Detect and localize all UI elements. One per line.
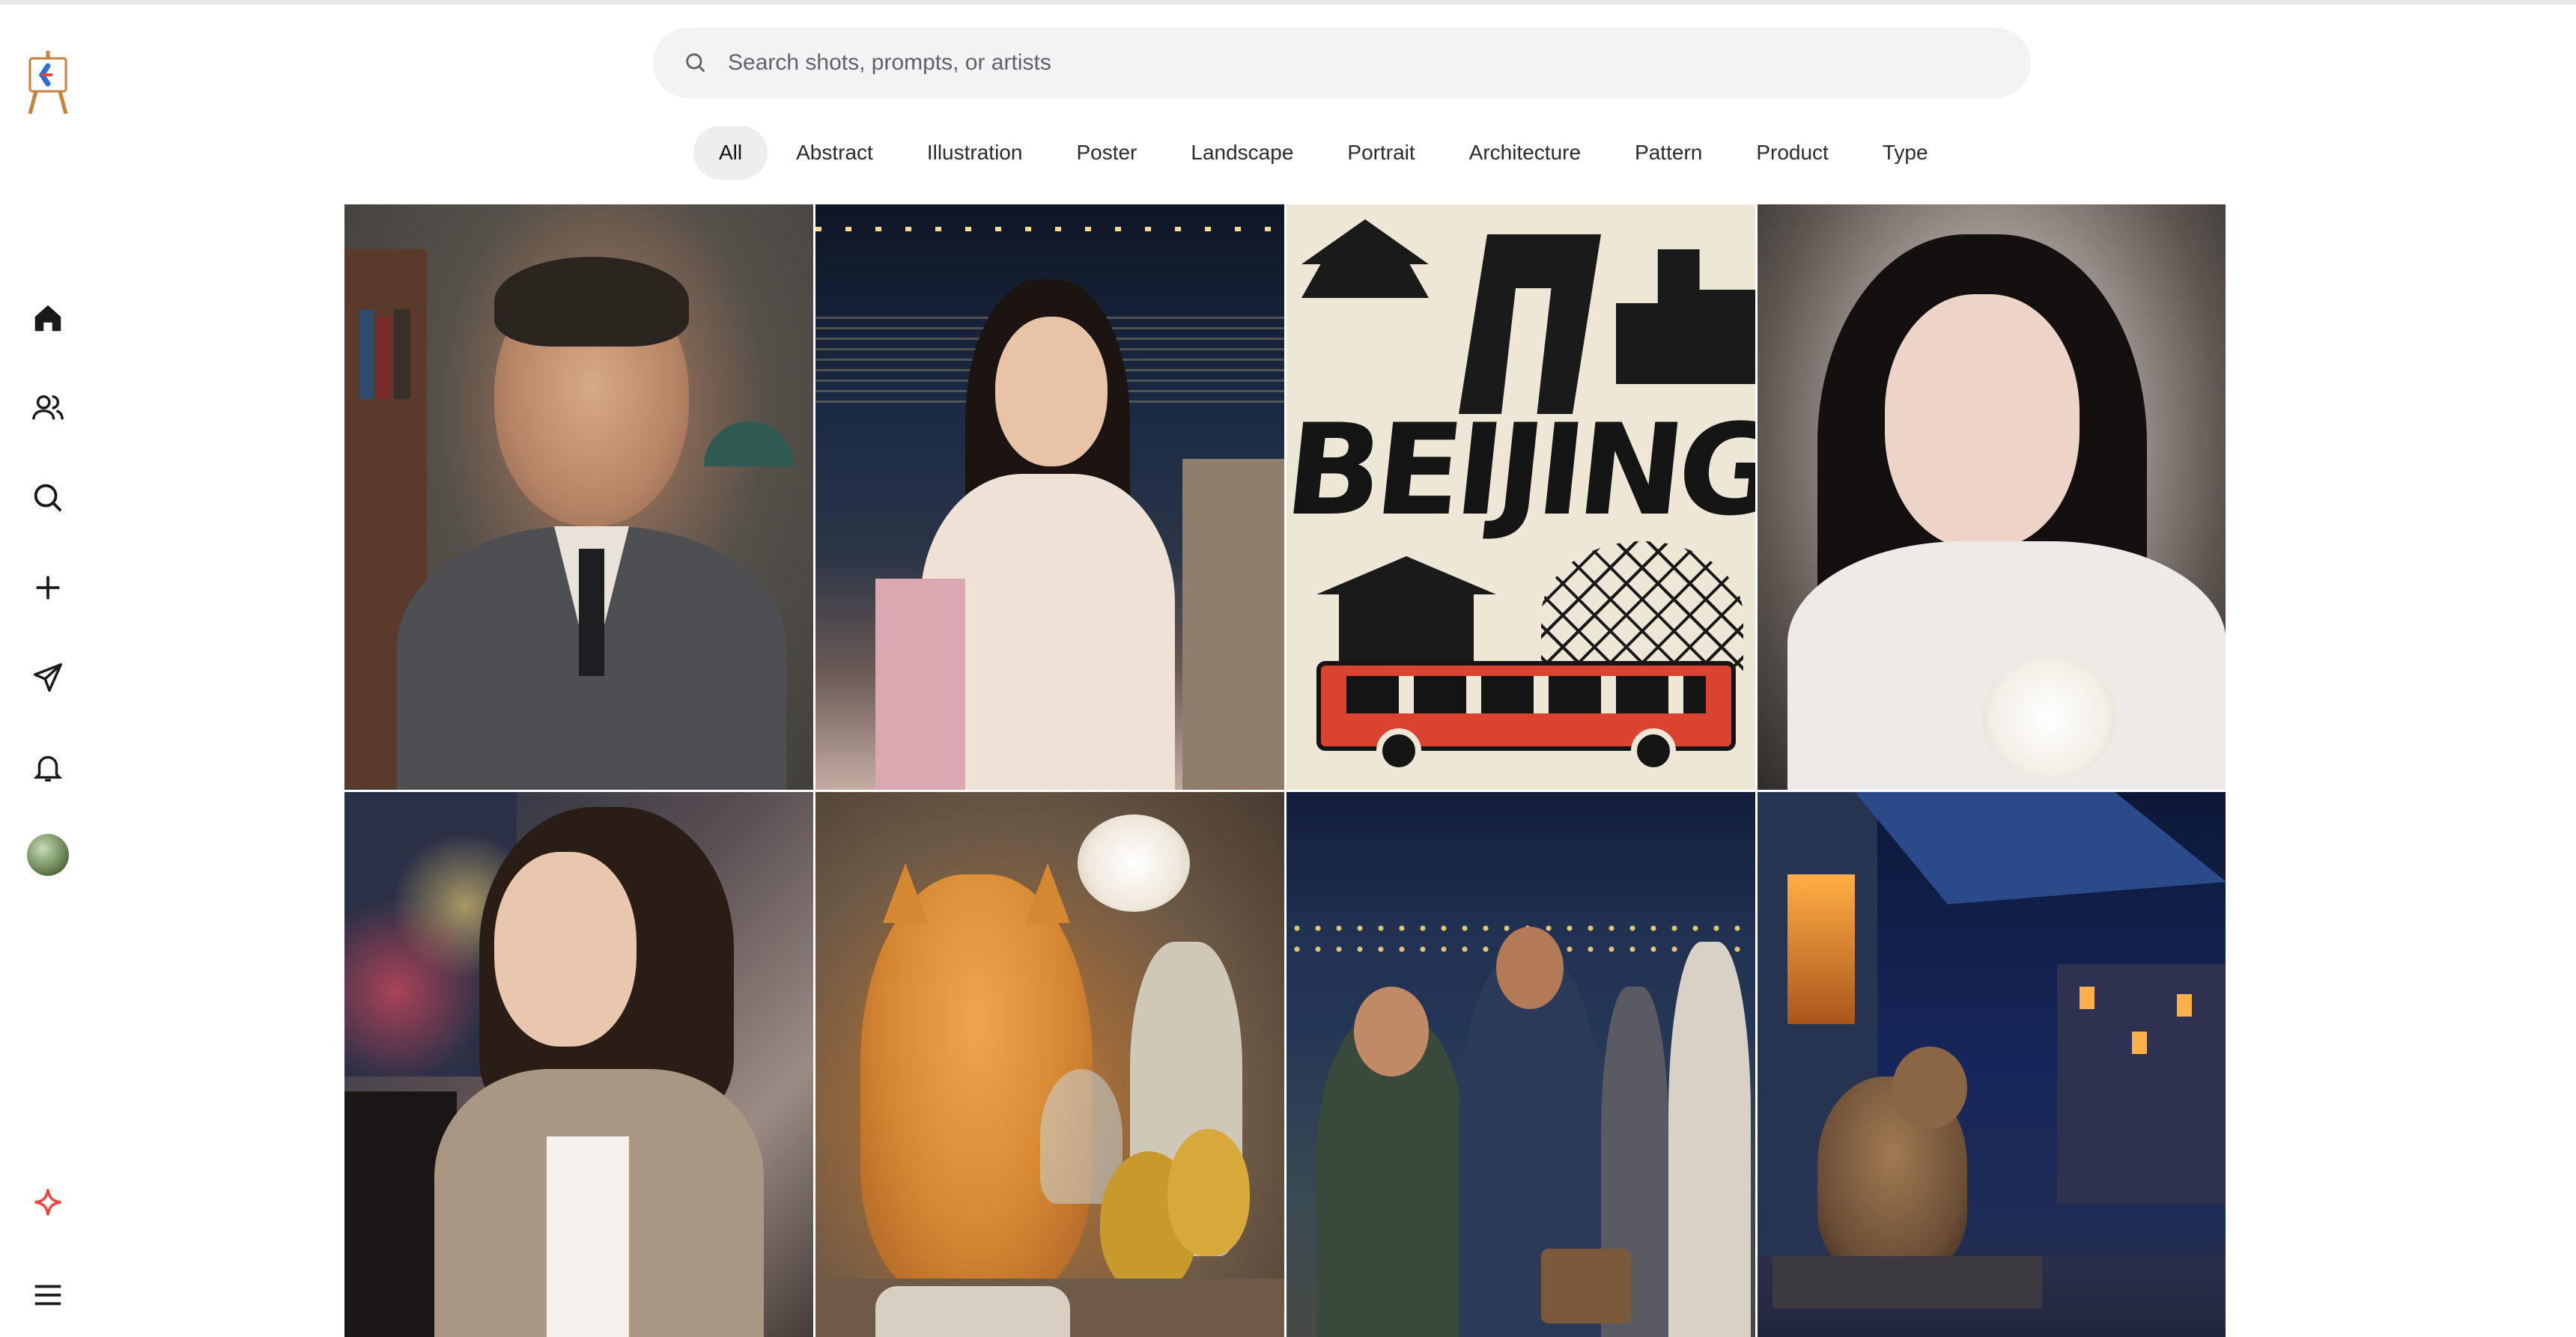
gallery-tile[interactable] <box>815 204 1284 790</box>
plus-icon <box>36 576 60 600</box>
tab-poster[interactable]: Poster <box>1051 126 1162 180</box>
tab-architecture[interactable]: Architecture <box>1444 126 1606 180</box>
search-icon <box>34 484 62 512</box>
send-icon <box>34 663 62 692</box>
gallery-tile[interactable] <box>1758 792 2226 1337</box>
tab-illustration[interactable]: Illustration <box>902 126 1048 180</box>
messages-button[interactable] <box>21 651 75 704</box>
tab-abstract[interactable]: Abstract <box>771 126 899 180</box>
sidebar <box>0 0 97 1337</box>
tab-product[interactable]: Product <box>1731 126 1854 180</box>
menu-icon <box>34 1285 61 1306</box>
gallery-tile[interactable] <box>1758 204 2226 790</box>
search-input[interactable] <box>726 49 1928 76</box>
gallery-grid: BEIJING <box>344 204 2226 1337</box>
tab-pattern[interactable]: Pattern <box>1609 126 1728 180</box>
easel-logo[interactable] <box>22 48 73 115</box>
people-icon <box>32 395 64 420</box>
avatar[interactable] <box>27 834 69 876</box>
tab-landscape[interactable]: Landscape <box>1165 126 1319 180</box>
notifications-button[interactable] <box>21 740 75 794</box>
gallery-tile[interactable] <box>344 204 813 790</box>
home-button[interactable] <box>21 291 75 345</box>
search-icon <box>686 53 705 73</box>
gallery-tile[interactable] <box>1287 792 1755 1337</box>
tab-portrait[interactable]: Portrait <box>1322 126 1440 180</box>
bell-icon <box>33 755 63 782</box>
tab-type[interactable]: Type <box>1857 126 1954 180</box>
gallery-tile[interactable] <box>344 792 813 1337</box>
sparkle-icon <box>34 1189 61 1216</box>
home-icon <box>34 305 61 332</box>
poster-title-text: BEIJING <box>1287 397 1755 543</box>
tab-all[interactable]: All <box>693 126 768 180</box>
menu-button[interactable] <box>21 1268 75 1322</box>
search-bar[interactable] <box>653 28 2031 98</box>
top-divider <box>0 0 2576 4</box>
gallery-tile[interactable]: BEIJING <box>1287 204 1755 790</box>
category-tabs: All Abstract Illustration Poster Landsca… <box>693 126 1957 180</box>
ai-button[interactable] <box>21 1175 75 1229</box>
gallery-tile[interactable] <box>815 792 1284 1337</box>
create-button[interactable] <box>21 561 75 615</box>
people-button[interactable] <box>21 381 75 435</box>
search-nav-button[interactable] <box>21 471 75 525</box>
